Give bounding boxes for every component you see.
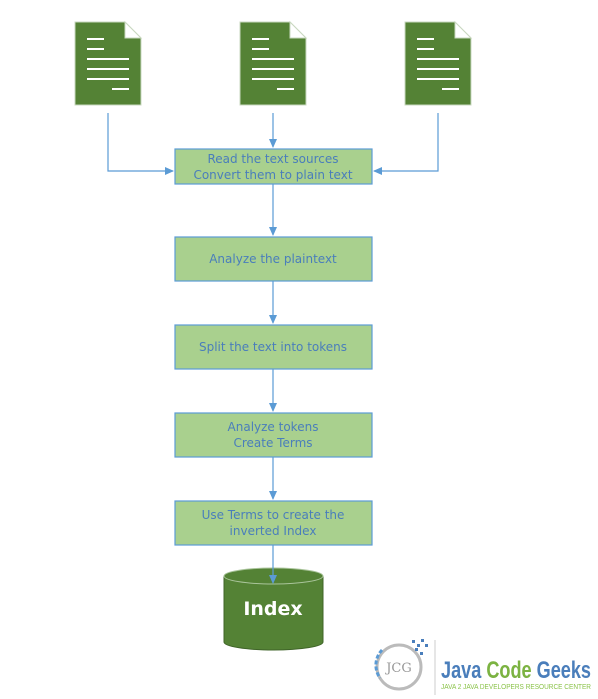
step-text: Read the text sources	[207, 152, 338, 166]
step-text: Analyze tokens	[228, 420, 319, 434]
java-code-geeks-logo: JCG Java Code Geeks JAVA 2 JAVA DEVELOPE…	[374, 639, 591, 695]
document-icon	[404, 20, 473, 106]
step-text: inverted Index	[230, 524, 317, 538]
step-1: Read the text sources Convert them to pl…	[174, 148, 373, 185]
step-text: Analyze the plaintext	[209, 252, 337, 266]
arrow-source-3	[373, 113, 439, 175]
step-3: Split the text into tokens	[174, 324, 373, 370]
svg-text:Java Code Geeks: Java Code Geeks	[441, 657, 591, 684]
step-text: Convert them to plain text	[193, 168, 352, 182]
step-2: Analyze the plaintext	[174, 236, 373, 282]
document-icon	[74, 20, 143, 106]
arrow-source-1	[107, 113, 174, 175]
step-text: Create Terms	[233, 436, 312, 450]
step-4: Analyze tokens Create Terms	[174, 412, 373, 458]
svg-text:JAVA 2 JAVA DEVELOPERS RESOURC: JAVA 2 JAVA DEVELOPERS RESOURCE CENTER	[441, 684, 591, 691]
diagram: Read the text sources Convert them to pl…	[74, 20, 591, 695]
step-text: Split the text into tokens	[199, 340, 347, 354]
step-text: Use Terms to create the	[202, 508, 345, 522]
document-icon	[239, 20, 308, 106]
svg-text:JCG: JCG	[384, 661, 412, 676]
step-5: Use Terms to create the inverted Index	[174, 500, 373, 546]
index-label: Index	[243, 598, 302, 620]
